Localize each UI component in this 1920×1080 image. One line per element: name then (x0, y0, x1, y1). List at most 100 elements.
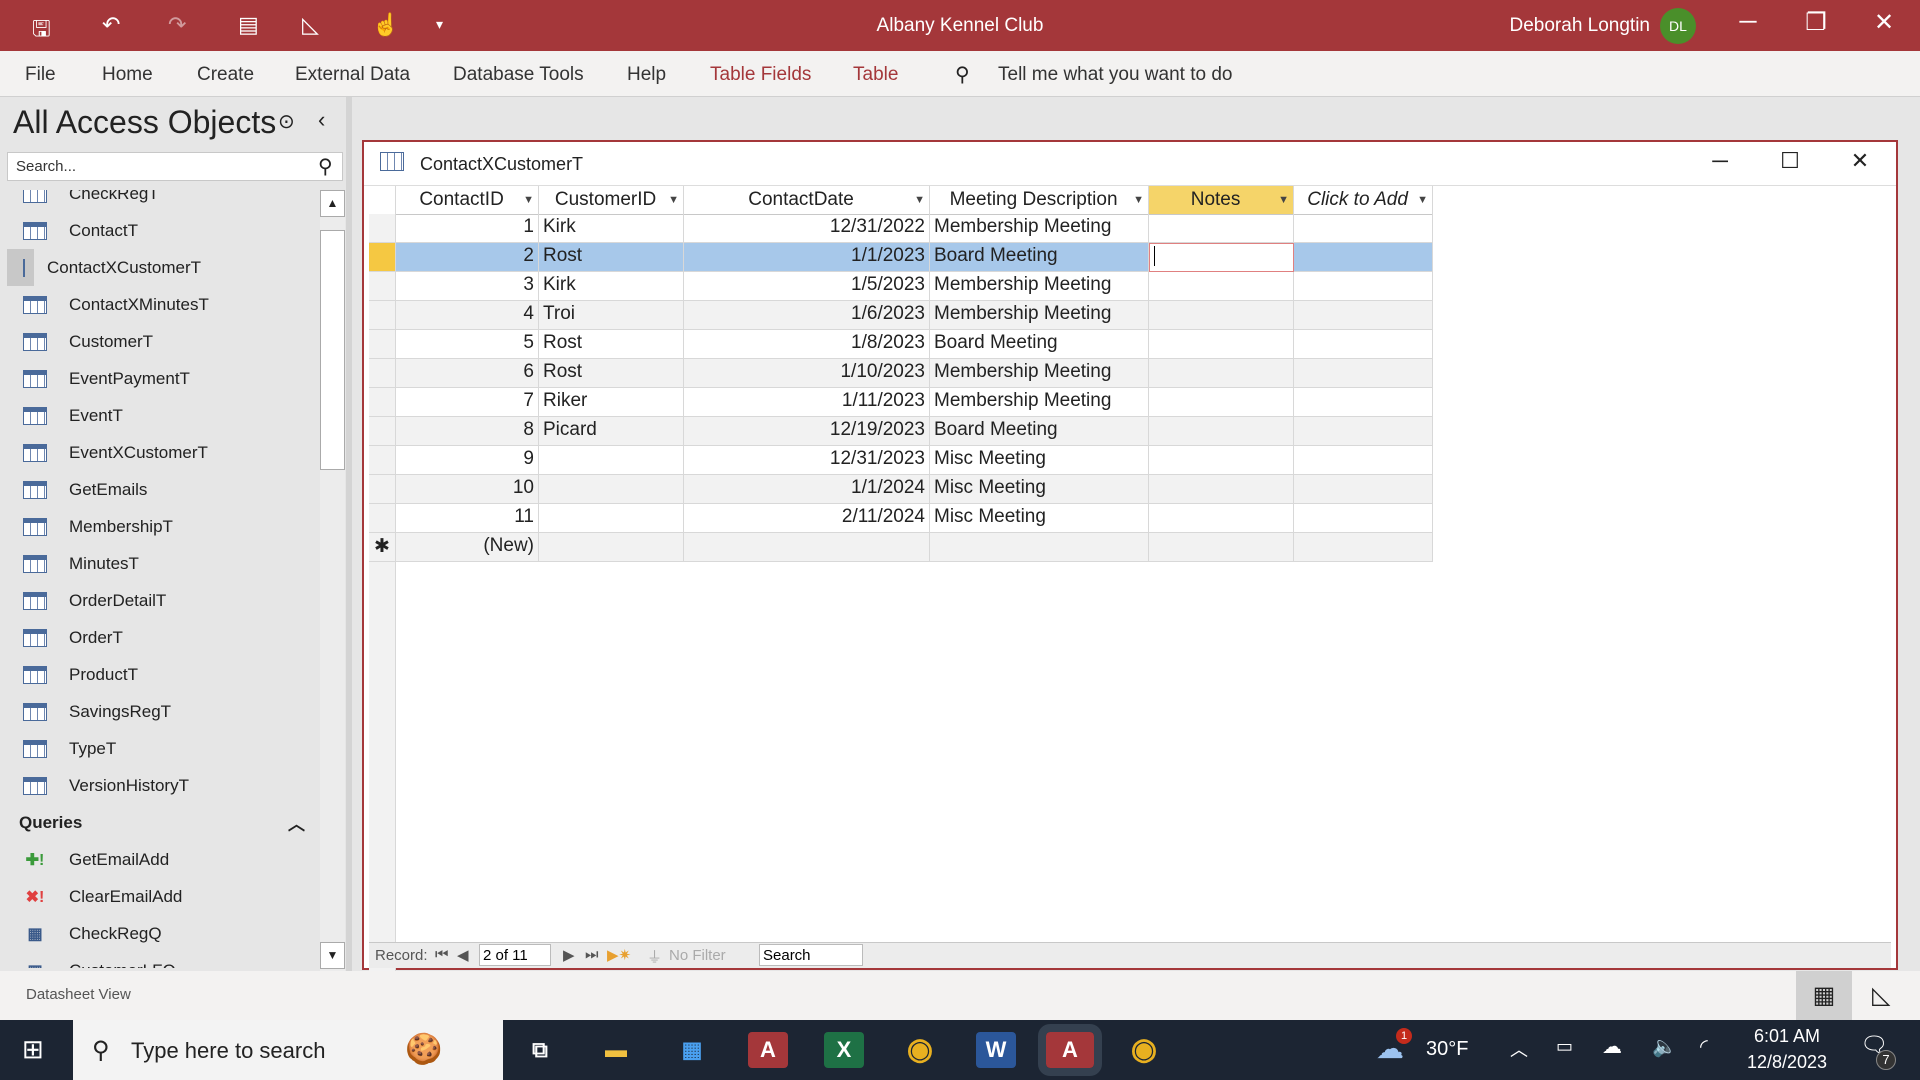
tab-external-data[interactable]: External Data (295, 64, 410, 86)
table-cell[interactable]: Membership Meeting (930, 214, 1149, 243)
table-cell[interactable]: Troi (539, 301, 684, 330)
show-hidden-icons[interactable]: ︿ (1510, 1036, 1528, 1062)
table-cell[interactable]: 11 (396, 504, 539, 533)
nav-item-query[interactable]: ▦ CustomerLFQ (7, 952, 319, 969)
datasheet-view-button[interactable]: ▦ (1796, 971, 1852, 1020)
table-cell[interactable]: Picard (539, 417, 684, 446)
table-cell[interactable]: Membership Meeting (930, 272, 1149, 301)
table-cell[interactable]: 1/5/2023 (684, 272, 930, 301)
nav-item-table[interactable]: MembershipT (7, 508, 319, 545)
volume-icon[interactable]: 🔈 (1652, 1034, 1677, 1059)
table-cell[interactable] (1294, 446, 1433, 475)
table-cell[interactable]: 12/31/2023 (684, 446, 930, 475)
next-record-button[interactable]: ▶ (563, 946, 575, 964)
table-cell[interactable] (930, 533, 1149, 562)
tell-me-input[interactable]: Tell me what you want to do (998, 64, 1232, 86)
table-cell[interactable] (539, 533, 684, 562)
row-selector[interactable] (369, 475, 396, 504)
table-cell[interactable] (1294, 272, 1433, 301)
chrome-icon[interactable]: ◉ (900, 1032, 940, 1068)
table-cell[interactable] (1149, 446, 1294, 475)
table-cell[interactable]: 5 (396, 330, 539, 359)
design-view-button[interactable]: ◺ (1872, 981, 1890, 1010)
table-cell[interactable]: Misc Meeting (930, 504, 1149, 533)
file-explorer-icon[interactable]: ▬ (596, 1032, 636, 1068)
scroll-thumb[interactable] (320, 230, 345, 470)
new-record-button[interactable]: ▶✷ (607, 946, 631, 964)
table-cell[interactable] (684, 533, 930, 562)
close-button[interactable]: ✕ (1864, 8, 1904, 37)
excel-icon[interactable]: X (824, 1032, 864, 1068)
restore-button[interactable]: ❐ (1796, 8, 1836, 37)
table-row[interactable]: 6 Rost 1/10/2023 Membership Meeting (369, 359, 1891, 388)
table-cell[interactable] (1294, 533, 1433, 562)
table-cell[interactable] (1294, 388, 1433, 417)
table-cell[interactable]: Board Meeting (930, 330, 1149, 359)
user-name[interactable]: Deborah Longtin (1510, 15, 1651, 37)
table-cell[interactable] (1149, 504, 1294, 533)
table-cell[interactable]: 6 (396, 359, 539, 388)
row-selector[interactable] (369, 330, 396, 359)
row-selector[interactable] (369, 417, 396, 446)
nav-search-input[interactable]: Search... (7, 152, 343, 181)
nav-item-query[interactable]: ▦ CheckRegQ (7, 915, 319, 952)
table-cell[interactable]: 4 (396, 301, 539, 330)
row-selector[interactable] (369, 301, 396, 330)
row-selector[interactable] (369, 214, 396, 243)
table-cell[interactable] (1149, 301, 1294, 330)
search-icon[interactable]: ⚲ (318, 154, 333, 179)
table-cell[interactable] (1149, 417, 1294, 446)
select-all-button[interactable] (369, 186, 396, 215)
nav-item-table[interactable]: ContactXCustomerT (7, 249, 201, 286)
table-cell[interactable] (1149, 359, 1294, 388)
previous-record-button[interactable]: ◀ (457, 946, 469, 964)
table-row[interactable]: 7 Riker 1/11/2023 Membership Meeting (369, 388, 1891, 417)
table-cell[interactable]: Rost (539, 330, 684, 359)
table-cell[interactable]: 12/19/2023 (684, 417, 930, 446)
table-cell[interactable]: Membership Meeting (930, 301, 1149, 330)
table-cell[interactable]: 1 (396, 214, 539, 243)
table-cell[interactable]: Misc Meeting (930, 475, 1149, 504)
doc-minimize-button[interactable]: ─ (1700, 148, 1740, 174)
nav-item-query[interactable]: ✚! GetEmailAdd (7, 841, 319, 878)
word-icon[interactable]: W (976, 1032, 1016, 1068)
new-record-icon[interactable]: ✱ (369, 533, 396, 562)
column-dropdown-icon[interactable]: ▼ (1278, 194, 1289, 206)
access-active-icon[interactable]: A (1038, 1024, 1102, 1076)
table-cell[interactable] (1294, 330, 1433, 359)
last-record-button[interactable]: ⏭ (585, 946, 599, 963)
avatar[interactable]: DL (1660, 8, 1696, 44)
current-record-input[interactable]: 2 of 11 (479, 944, 551, 966)
nav-item-table[interactable]: CheckRegT (7, 190, 319, 212)
table-cell[interactable] (539, 446, 684, 475)
column-dropdown-icon[interactable]: ▼ (523, 194, 534, 206)
nav-scrollbar[interactable]: ▲ ▼ (320, 190, 345, 971)
record-search-input[interactable]: Search (759, 944, 863, 966)
table-cell[interactable] (1149, 330, 1294, 359)
table-row[interactable]: 11 2/11/2024 Misc Meeting (369, 504, 1891, 533)
table-cell[interactable]: 3 (396, 272, 539, 301)
table-cell[interactable]: 1/8/2023 (684, 330, 930, 359)
minimize-button[interactable]: ─ (1728, 8, 1768, 36)
table-cell[interactable]: Board Meeting (930, 243, 1149, 272)
row-selector[interactable] (369, 446, 396, 475)
nav-item-table[interactable]: OrderDetailT (7, 582, 319, 619)
tab-create[interactable]: Create (197, 64, 254, 86)
nav-item-table[interactable]: OrderT (7, 619, 319, 656)
table-cell[interactable] (1294, 301, 1433, 330)
nav-item-table[interactable]: EventXCustomerT (7, 434, 319, 471)
tab-file[interactable]: File (25, 64, 56, 86)
table-cell[interactable]: 7 (396, 388, 539, 417)
table-row[interactable]: 3 Kirk 1/5/2023 Membership Meeting (369, 272, 1891, 301)
row-selector[interactable] (369, 272, 396, 301)
table-cell[interactable]: Kirk (539, 214, 684, 243)
table-cell[interactable]: Rost (539, 243, 684, 272)
store-icon[interactable]: ▦ (672, 1032, 712, 1068)
table-cell[interactable] (1294, 214, 1433, 243)
table-cell[interactable]: Misc Meeting (930, 446, 1149, 475)
nav-item-table[interactable]: SavingsRegT (7, 693, 319, 730)
start-button[interactable]: ⊞ (22, 1034, 44, 1065)
table-cell[interactable] (1149, 533, 1294, 562)
new-record-row[interactable]: ✱ (New) (369, 533, 1891, 562)
weather-temp[interactable]: 30°F (1426, 1038, 1468, 1061)
